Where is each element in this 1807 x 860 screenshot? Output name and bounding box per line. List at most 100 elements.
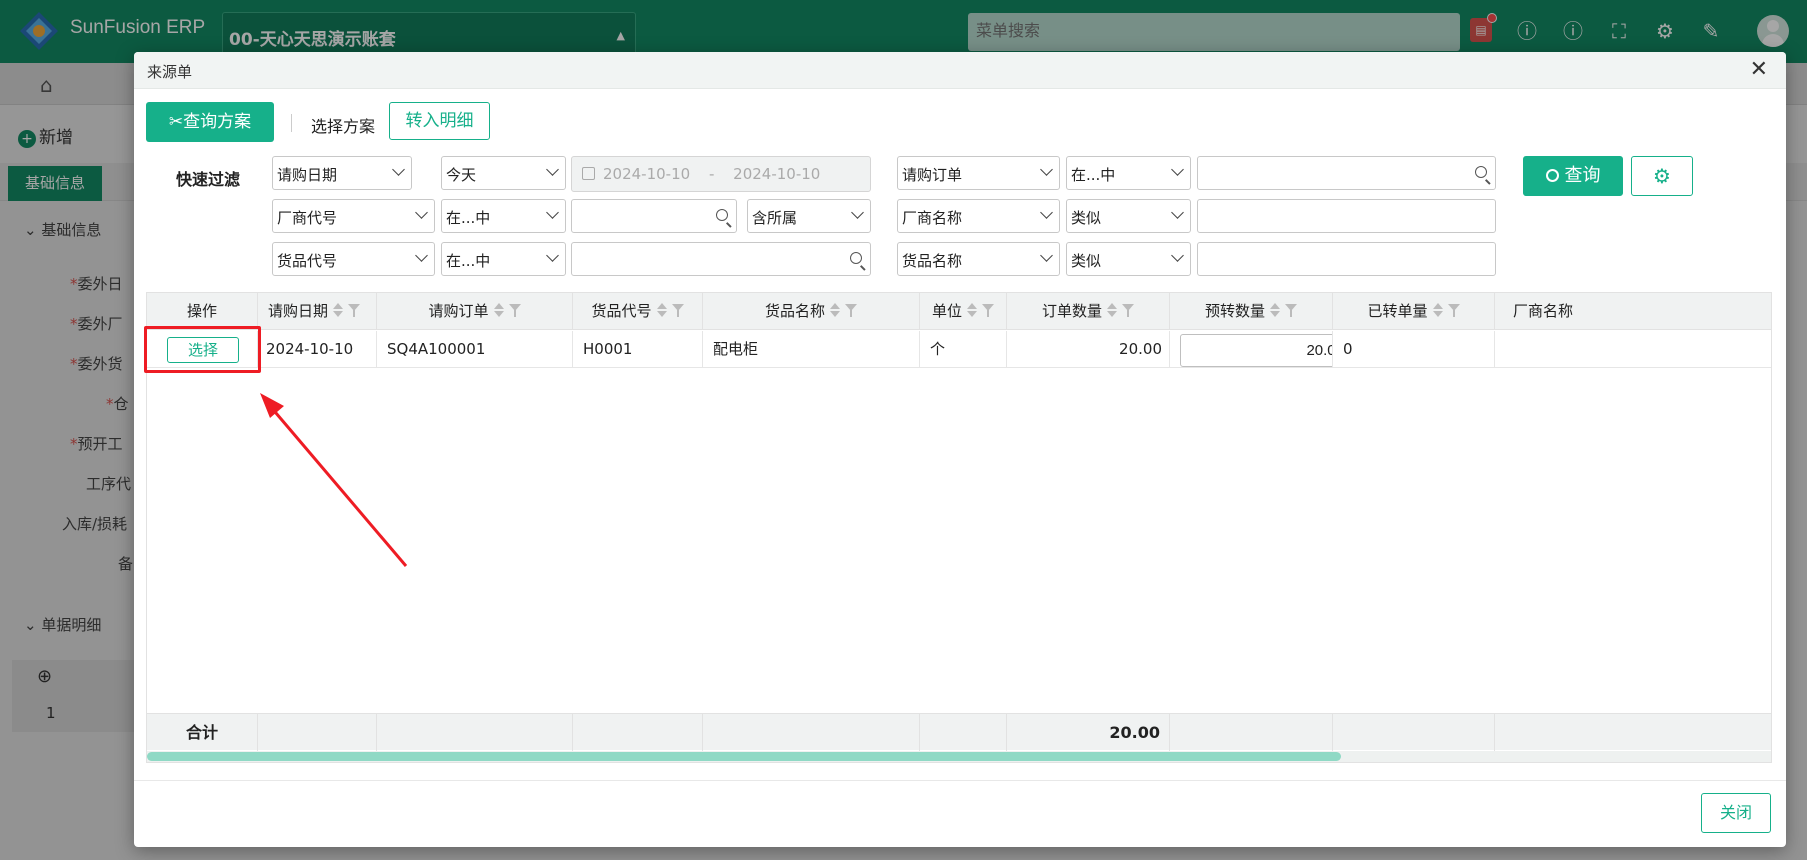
item-name-input[interactable]	[1197, 242, 1496, 276]
transfer-detail-button[interactable]: 转入明细	[389, 102, 490, 140]
date-range-input[interactable]: 2024-10-10 - 2024-10-10	[571, 156, 871, 192]
chevron-down-icon	[546, 206, 559, 219]
col-header-item-name[interactable]: 货品名称	[703, 293, 920, 330]
total-empty	[258, 714, 377, 751]
search-icon[interactable]	[716, 209, 728, 221]
filter-operator-select[interactable]: 类似	[1066, 242, 1191, 276]
sort-icon[interactable]	[1269, 302, 1280, 318]
chevron-down-icon	[415, 206, 428, 219]
chevron-down-icon	[1171, 163, 1184, 176]
horizontal-scrollbar[interactable]	[147, 751, 1771, 762]
col-header-action: 操作	[147, 293, 258, 330]
filter-operator-select[interactable]: 在...中	[1066, 156, 1191, 190]
chevron-down-icon	[392, 163, 405, 176]
filter-icon[interactable]	[1285, 304, 1297, 318]
filter-icon[interactable]	[508, 304, 521, 318]
item-code-input[interactable]	[571, 242, 871, 276]
sort-icon[interactable]	[332, 302, 344, 318]
filter-field-select[interactable]: 厂商名称	[897, 199, 1060, 233]
chevron-down-icon	[415, 249, 428, 262]
chevron-down-icon	[1171, 249, 1184, 262]
col-header-unit[interactable]: 单位	[920, 293, 1007, 330]
search-icon[interactable]	[850, 252, 862, 264]
unit-cell: 个	[920, 331, 1007, 368]
filter-icon[interactable]	[982, 304, 994, 318]
filter-icon[interactable]	[671, 304, 684, 318]
vendor-name-input[interactable]	[1197, 199, 1496, 233]
col-header-transferred[interactable]: 已转单量	[1333, 293, 1495, 330]
total-empty	[703, 714, 920, 751]
col-header-order[interactable]: 请购订单	[377, 293, 573, 330]
table-row: 选择 2024-10-10 SQ4A100001 H0001 配电柜 个 20.…	[147, 331, 1771, 368]
chevron-down-icon	[851, 206, 864, 219]
filter-icon[interactable]	[1447, 304, 1460, 318]
pre-qty-input[interactable]	[1180, 334, 1332, 367]
pre-qty-cell	[1170, 331, 1333, 368]
chevron-down-icon	[1040, 249, 1053, 262]
item-name-cell: 配电柜	[703, 331, 920, 368]
close-button[interactable]: 关闭	[1701, 793, 1771, 833]
chevron-down-icon	[1040, 206, 1053, 219]
source-grid: 操作 请购日期 请购订单 货品代号 货品名称 单位 订单数量 预转数量 已转单量…	[146, 292, 1772, 763]
highlight-box	[144, 326, 261, 373]
sort-icon[interactable]	[493, 302, 504, 318]
order-qty-cell: 20.00	[1007, 331, 1170, 368]
col-header-pre-qty[interactable]: 预转数量	[1170, 293, 1333, 330]
col-header-order-qty[interactable]: 订单数量	[1007, 293, 1170, 330]
chevron-down-icon	[1171, 206, 1184, 219]
col-header-vendor[interactable]: 厂商名称	[1495, 293, 1771, 330]
date-cell: 2024-10-10	[258, 331, 377, 368]
chevron-down-icon	[546, 249, 559, 262]
order-cell: SQ4A100001	[377, 331, 573, 368]
quick-filter-label: 快速过滤	[176, 170, 241, 189]
settings-gear-button[interactable]: ⚙	[1631, 156, 1693, 196]
grid-header: 操作 请购日期 请购订单 货品代号 货品名称 单位 订单数量 预转数量 已转单量…	[147, 293, 1771, 330]
sort-icon[interactable]	[829, 302, 840, 318]
query-plan-button[interactable]: ✂查询方案	[146, 102, 274, 142]
sort-icon[interactable]	[1432, 302, 1443, 318]
divider	[291, 114, 292, 132]
total-empty	[920, 714, 1007, 751]
sort-icon[interactable]	[966, 302, 977, 318]
filter-field-select[interactable]: 请购日期	[272, 156, 412, 190]
modal-header: 来源单 ✕	[134, 52, 1786, 89]
vendor-cell	[1495, 331, 1771, 368]
scrollbar-thumb[interactable]	[147, 752, 1341, 761]
filter-operator-select[interactable]: 在...中	[441, 199, 566, 233]
filter-operator-select[interactable]: 类似	[1066, 199, 1191, 233]
chevron-down-icon	[1040, 163, 1053, 176]
filter-icon[interactable]	[1122, 304, 1134, 318]
sort-icon[interactable]	[656, 302, 667, 318]
total-empty	[1333, 714, 1495, 751]
filter-field-select[interactable]: 货品名称	[897, 242, 1060, 276]
col-header-date[interactable]: 请购日期	[258, 293, 377, 330]
filter-field-select[interactable]: 请购订单	[897, 156, 1060, 190]
search-icon	[1545, 169, 1559, 182]
filter-icon[interactable]	[845, 304, 857, 318]
transferred-cell: 0	[1333, 331, 1495, 368]
query-button[interactable]: 查询	[1523, 156, 1623, 196]
filter-operator-select[interactable]: 今天	[441, 156, 566, 190]
filter-field-select[interactable]: 货品代号	[272, 242, 435, 276]
total-row: 合计 20.00	[147, 713, 1771, 751]
gear-icon: ⚙	[1653, 164, 1671, 188]
order-filter-input[interactable]	[1197, 156, 1496, 190]
footer-divider	[134, 780, 1786, 781]
filter-field-select[interactable]: 厂商代号	[272, 199, 435, 233]
chevron-down-icon	[546, 163, 559, 176]
calendar-icon	[582, 167, 595, 180]
total-empty	[573, 714, 703, 751]
select-plan-link[interactable]: 选择方案	[311, 113, 375, 137]
vendor-code-input[interactable]	[571, 199, 737, 233]
close-icon[interactable]: ✕	[1750, 57, 1768, 82]
search-icon[interactable]	[1475, 166, 1487, 178]
total-label: 合计	[147, 714, 258, 751]
filter-icon[interactable]	[348, 304, 361, 318]
source-doc-modal: 来源单 ✕ ✂查询方案 选择方案 转入明细 快速过滤 请购日期 今天 2024-…	[134, 52, 1786, 847]
modal-title: 来源单	[147, 63, 193, 81]
col-header-item-code[interactable]: 货品代号	[573, 293, 703, 330]
sort-icon[interactable]	[1106, 302, 1117, 318]
total-empty	[377, 714, 573, 751]
include-sub-select[interactable]: 含所属	[747, 199, 871, 233]
filter-operator-select[interactable]: 在...中	[441, 242, 566, 276]
